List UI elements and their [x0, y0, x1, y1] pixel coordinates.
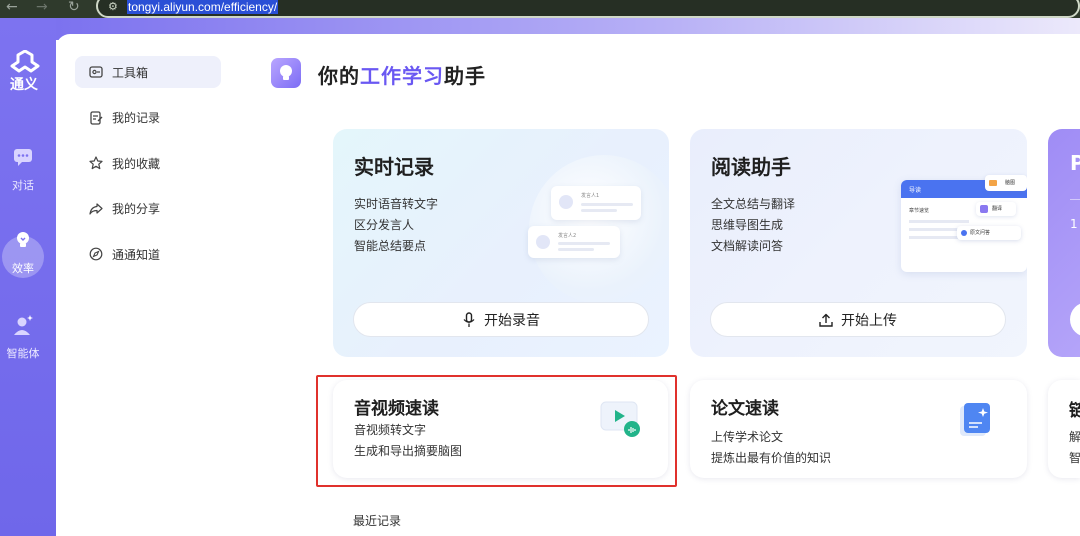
site-settings-icon[interactable]: ⚙: [108, 1, 120, 13]
sidebar-item-favorites[interactable]: 我的收藏: [75, 147, 221, 179]
compass-icon: [89, 247, 103, 261]
card-feature: 区分发言人: [354, 218, 415, 232]
speaker-label: 发言人1: [581, 193, 600, 199]
sidebar-item-shares[interactable]: 我的分享: [75, 193, 221, 225]
page-title: 你的工作学习助手: [318, 64, 486, 88]
translate-label: 翻译: [992, 206, 1003, 212]
card-feature: 解: [1069, 430, 1080, 444]
card-button[interactable]: [1070, 302, 1080, 337]
toolbox-icon: [89, 66, 103, 78]
mindmap-chip: 脑图: [985, 175, 1027, 191]
left-rail: 通义 对话 效率 智能体: [0, 18, 56, 536]
text-placeholder: [909, 236, 964, 239]
logo-text[interactable]: 通义: [8, 74, 40, 94]
text-placeholder: [558, 242, 610, 245]
sidebar-item-label: 我的分享: [112, 202, 161, 216]
reload-icon[interactable]: ↻: [68, 0, 80, 16]
sidebar-nav: 工具箱 我的记录 我的收藏 我的分享 通通知道: [75, 56, 221, 284]
rail-label: 对话: [12, 179, 34, 192]
share-icon: [89, 202, 103, 215]
sidebar-item-toolbox[interactable]: 工具箱: [75, 56, 221, 88]
rail-item-chat[interactable]: 对话: [0, 146, 46, 193]
highlight-annotation-box: [316, 375, 677, 487]
button-label: 开始录音: [484, 312, 540, 329]
sidebar-item-label: 我的记录: [112, 111, 161, 125]
assistant-bulb-icon: [271, 58, 301, 88]
sixth-tool-card[interactable]: 链 解 智: [1048, 380, 1080, 478]
rail-item-efficiency[interactable]: 效率: [0, 229, 46, 276]
sidebar-item-records[interactable]: 我的记录: [75, 102, 221, 134]
mindmap-icon: [989, 180, 997, 186]
record-icon: [90, 110, 103, 125]
preview-chapter-label: 章节速览: [909, 208, 930, 214]
paper-quick-read-card[interactable]: 论文速读 上传学术论文 提炼出最有价值的知识: [690, 380, 1027, 478]
sidebar-item-label: 我的收藏: [112, 156, 161, 171]
agent-icon: [14, 315, 33, 335]
card-feature: 提炼出最有价值的知识: [711, 451, 832, 465]
card-feature: 智能总结要点: [354, 239, 427, 253]
card-feature: 全文总结与翻译: [711, 197, 796, 211]
star-icon: [89, 156, 103, 170]
card-feature: 实时语音转文字: [354, 197, 439, 211]
card-title: 论文速读: [711, 399, 779, 419]
speaker-bubble-1: 发言人1: [551, 186, 641, 220]
speaker-label: 发言人2: [558, 233, 577, 239]
avatar: [559, 195, 573, 209]
button-label: 开始上传: [841, 312, 897, 329]
mindmap-label: 脑图: [1005, 180, 1016, 186]
back-arrow-icon[interactable]: ←: [6, 0, 18, 16]
text-placeholder: [558, 248, 594, 251]
card-feature: 智: [1069, 451, 1080, 465]
card-feature: 文档解读问答: [711, 239, 784, 253]
chat-icon: [14, 149, 32, 166]
text-placeholder: [909, 220, 969, 223]
sidebar-item-know[interactable]: 通通知道: [75, 238, 221, 270]
realtime-record-card[interactable]: 实时记录 实时语音转文字 区分发言人 智能总结要点 发言人1 发言人2 开始录音: [333, 129, 669, 357]
text-placeholder: [581, 209, 617, 212]
forward-arrow-icon[interactable]: →: [36, 0, 48, 16]
sidebar-item-label: 通通知道: [112, 247, 161, 262]
card-title: 实时记录: [354, 155, 434, 179]
qa-label: 原文问答: [970, 230, 991, 236]
divider: [1070, 199, 1080, 200]
card-title: P: [1070, 151, 1080, 175]
text-placeholder: [581, 203, 633, 206]
doc-preview: 导读 章节速览 原文问答: [901, 180, 1027, 272]
third-tool-card[interactable]: P 1: [1048, 129, 1080, 357]
card-title: 链: [1069, 401, 1080, 421]
paper-doc-icon: [960, 403, 990, 436]
rail-label: 智能体: [6, 347, 40, 360]
translate-chip: 翻译: [976, 202, 1016, 216]
card-feature: 上传学术论文: [711, 430, 784, 444]
rail-item-agent[interactable]: 智能体: [0, 314, 46, 361]
preview-guide-label: 导读: [909, 187, 922, 194]
start-recording-button[interactable]: 开始录音: [353, 302, 649, 337]
start-upload-button[interactable]: 开始上传: [710, 302, 1006, 337]
qa-chip: 原文问答: [957, 226, 1021, 240]
text-placeholder: [909, 228, 959, 231]
rail-label: 效率: [12, 262, 34, 275]
card-feature: 1: [1070, 217, 1078, 231]
reading-assistant-card[interactable]: 阅读助手 全文总结与翻译 思维导图生成 文档解读问答 导读 章节速览 原文问答 …: [690, 129, 1027, 357]
avatar: [536, 235, 550, 249]
qa-dot-icon: [961, 230, 967, 236]
card-title: 阅读助手: [711, 155, 791, 179]
browser-bar: ← → ↻ ⚙ tongyi.aliyun.com/efficiency/: [0, 0, 1080, 18]
microphone-icon: [463, 311, 475, 327]
bulb-icon: [17, 232, 29, 247]
recent-records-heading: 最近记录: [353, 514, 402, 528]
sidebar-item-label: 工具箱: [112, 65, 149, 80]
translate-icon: [980, 205, 988, 213]
speaker-bubble-2: 发言人2: [528, 226, 620, 258]
card-feature: 思维导图生成: [711, 218, 784, 232]
tongyi-logo-icon[interactable]: [10, 50, 40, 74]
upload-icon: [819, 313, 833, 327]
url-text[interactable]: tongyi.aliyun.com/efficiency/: [127, 0, 279, 14]
